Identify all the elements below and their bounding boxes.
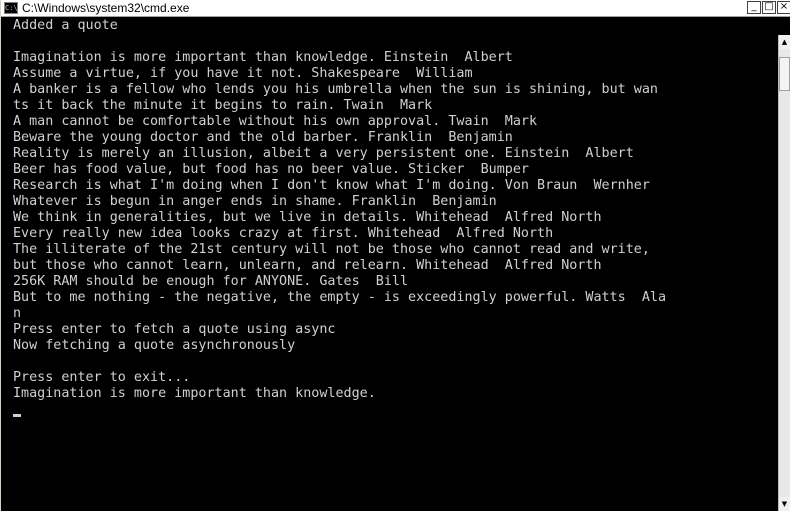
scroll-down-arrow-icon[interactable]: ▼ <box>779 497 790 511</box>
window-controls: _ □ × <box>746 1 790 14</box>
text-cursor <box>13 414 21 417</box>
console-line: Press enter to exit... <box>13 370 191 385</box>
console-line: But to me nothing - the negative, the em… <box>13 290 667 305</box>
console-line: n <box>13 306 22 321</box>
minimize-button[interactable]: _ <box>747 1 761 14</box>
console-output[interactable]: Added a quote Imagination is more import… <box>13 18 779 510</box>
console-line: Beer has food value, but food has no bee… <box>13 162 529 177</box>
console-line: Research is what I'm doing when I don't … <box>13 178 650 193</box>
console-line: Imagination is more important than knowl… <box>13 50 513 65</box>
console-line: Reality is merely an illusion, albeit a … <box>13 146 634 161</box>
console-line <box>13 402 779 418</box>
console-line: Press enter to fetch a quote using async <box>13 322 336 337</box>
console-line: ts it back the minute it begins to rain.… <box>13 98 433 113</box>
vertical-scrollbar[interactable]: ▲ ▼ <box>778 35 790 511</box>
maximize-button[interactable]: □ <box>762 1 776 14</box>
close-button[interactable]: × <box>777 1 790 14</box>
scroll-thumb[interactable] <box>779 57 790 91</box>
console-window: C:\ C:\Windows\system32\cmd.exe _ □ × Ad… <box>0 0 790 511</box>
console-line: Every really new idea looks crazy at fir… <box>13 226 554 241</box>
console-line: Beware the young doctor and the old barb… <box>13 130 513 145</box>
scroll-up-arrow-icon[interactable]: ▲ <box>779 35 790 49</box>
console-line: but those who cannot learn, unlearn, and… <box>13 258 602 273</box>
console-line: Imagination is more important than knowl… <box>13 386 376 401</box>
console-line: A banker is a fellow who lends you his u… <box>13 82 658 97</box>
console-line: Whatever is begun in anger ends in shame… <box>13 194 497 209</box>
console-line: Now fetching a quote asynchronously <box>13 338 296 353</box>
console-line: A man cannot be comfortable without his … <box>13 114 538 129</box>
cmd-icon[interactable]: C:\ <box>4 2 18 14</box>
console-line: Added a quote <box>13 18 118 33</box>
window-title: C:\Windows\system32\cmd.exe <box>22 1 190 15</box>
console-line: The illiterate of the 21st century will … <box>13 242 650 257</box>
title-bar[interactable]: C:\ C:\Windows\system32\cmd.exe _ □ × <box>1 0 790 17</box>
console-line: We think in generalities, but we live in… <box>13 210 602 225</box>
console-line: 256K RAM should be enough for ANYONE. Ga… <box>13 274 409 289</box>
console-line: Assume a virtue, if you have it not. Sha… <box>13 66 473 81</box>
